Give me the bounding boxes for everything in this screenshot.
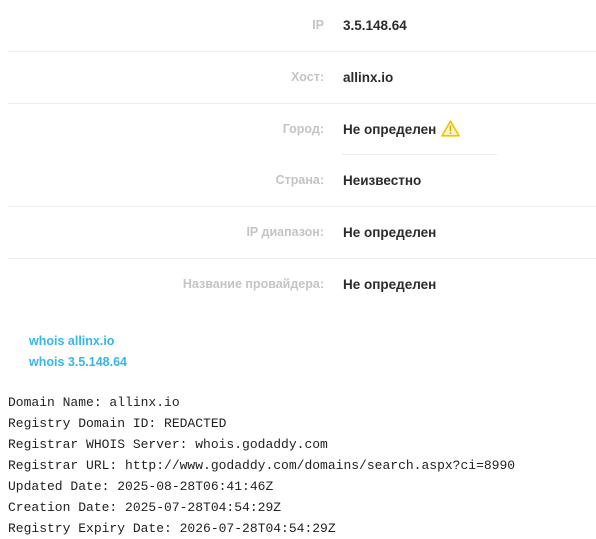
city-value: Не определен <box>343 122 437 137</box>
provider-label: Название провайдера: <box>182 277 324 291</box>
row-ip: IP 3.5.148.64 <box>8 0 596 52</box>
ip-range-label: IP диапазон: <box>246 225 324 239</box>
ip-info-table: IP 3.5.148.64 Хост: allinx.io Город: Не … <box>8 0 596 310</box>
city-value-wrap: Не определен <box>343 104 461 158</box>
whois-line: Registrar URL: http://www.godaddy.com/do… <box>8 458 516 473</box>
whois-line: Registrar WHOIS Server: whois.godaddy.co… <box>8 437 328 452</box>
warning-icon[interactable] <box>441 107 461 158</box>
row-ip-range: IP диапазон: Не определен <box>8 207 596 259</box>
whois-output: Domain Name: allinx.io Registry Domain ID… <box>8 392 515 539</box>
whois-links: whois allinx.io whois 3.5.148.64 <box>29 331 127 373</box>
country-label: Страна: <box>275 173 324 187</box>
ip-value: 3.5.148.64 <box>343 18 407 33</box>
row-host: Хост: allinx.io <box>8 52 596 104</box>
whois-line: Registry Expiry Date: 2026-07-28T04:54:2… <box>8 521 336 536</box>
whois-ip-link[interactable]: whois 3.5.148.64 <box>29 352 127 373</box>
whois-line: Updated Date: 2025-08-28T06:41:46Z <box>8 479 274 494</box>
city-label: Город: <box>282 122 324 136</box>
ip-label: IP <box>312 18 324 32</box>
whois-line: Registry Domain ID: REDACTED <box>8 416 227 431</box>
whois-domain-link[interactable]: whois allinx.io <box>29 331 127 352</box>
whois-line: Domain Name: allinx.io <box>8 395 180 410</box>
country-value: Неизвестно <box>343 173 422 188</box>
provider-value: Не определен <box>343 277 437 292</box>
row-provider: Название провайдера: Не определен <box>8 259 596 310</box>
host-value: allinx.io <box>343 70 394 85</box>
ip-range-value: Не определен <box>343 225 437 240</box>
host-label: Хост: <box>291 70 324 84</box>
whois-line: Creation Date: 2025-07-28T04:54:29Z <box>8 500 282 515</box>
row-country: Страна: Неизвестно <box>8 155 596 207</box>
row-city: Город: Не определен <box>8 104 596 155</box>
